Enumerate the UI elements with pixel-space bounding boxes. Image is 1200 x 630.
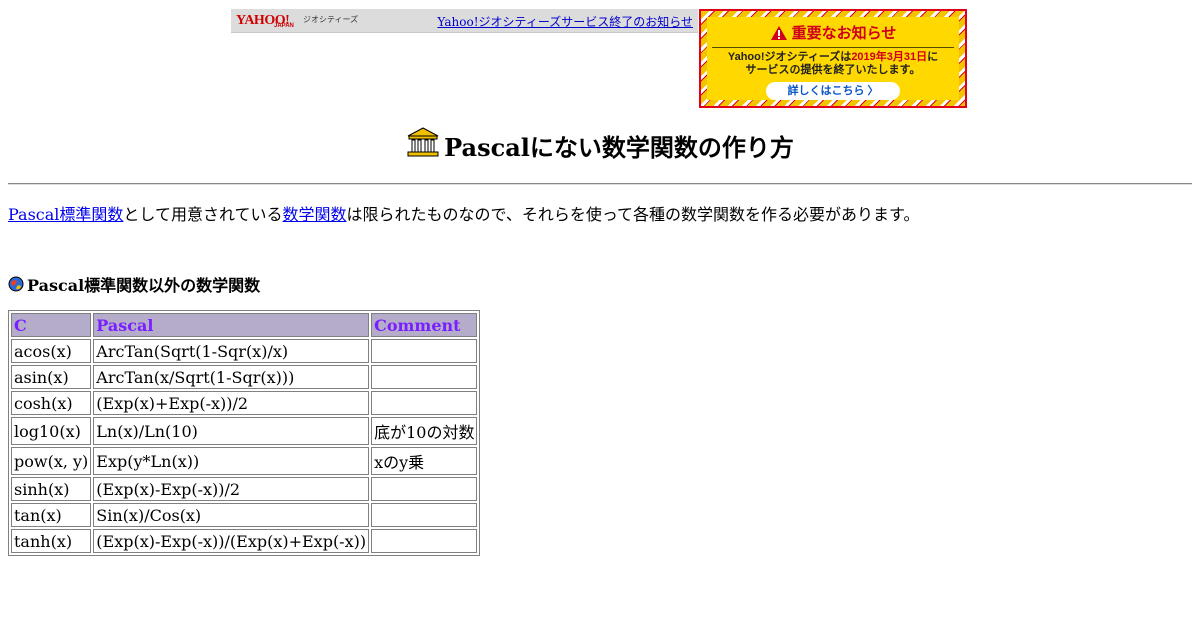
notice-line1-pre: Yahoo!ジオシティーズは xyxy=(727,51,852,63)
notice-title: 重要なお知らせ xyxy=(707,22,959,43)
cell-c: log10(x) xyxy=(11,417,92,445)
table-row: sinh(x) (Exp(x)-Exp(-x))/2 xyxy=(11,477,478,501)
notice-date: 2019年3月31日 xyxy=(851,51,928,63)
math-functions-link[interactable]: 数学関数 xyxy=(282,205,346,224)
intro-paragraph: Pascal標準関数として用意されている数学関数は限られたものなので、それらを使… xyxy=(8,201,919,225)
notice-divider xyxy=(712,47,954,48)
cell-comment xyxy=(371,365,478,389)
cell-c: tanh(x) xyxy=(11,529,92,553)
notice-title-text: 重要なお知らせ xyxy=(791,25,897,42)
intro-text-1: として用意されている xyxy=(123,205,283,224)
globe-icon xyxy=(8,276,24,292)
cell-c: asin(x) xyxy=(11,365,92,389)
header-pascal: Pascal xyxy=(93,313,370,337)
cell-pascal: Exp(y*Ln(x)) xyxy=(93,447,370,475)
cell-c: pow(x, y) xyxy=(11,447,92,475)
section-title-text: Pascal標準関数以外の数学関数 xyxy=(27,276,261,295)
yahoo-logo-sub: JAPAN xyxy=(274,23,294,29)
cell-c: sinh(x) xyxy=(11,477,92,501)
cell-pascal: ArcTan(Sqrt(1-Sqr(x)/x) xyxy=(93,339,370,363)
header-comment: Comment xyxy=(371,313,478,337)
notice-content: 重要なお知らせ Yahoo!ジオシティーズは2019年3月31日に サービスの提… xyxy=(707,17,959,100)
section-title: Pascal標準関数以外の数学関数 xyxy=(8,272,260,296)
page-title: Pascalにない数学関数の作り方 xyxy=(0,126,1200,163)
cell-comment xyxy=(371,503,478,527)
warning-icon xyxy=(770,25,787,40)
cell-comment: xのy乗 xyxy=(371,447,478,475)
notice-body: Yahoo!ジオシティーズは2019年3月31日に サービスの提供を終了いたしま… xyxy=(707,51,959,77)
table-row: asin(x) ArcTan(x/Sqrt(1-Sqr(x))) xyxy=(11,365,478,389)
intro-text-2: は限られたものなので、それらを使って各種の数学関数を作る必要があります。 xyxy=(346,205,920,224)
cell-comment xyxy=(371,477,478,501)
table-row: pow(x, y) Exp(y*Ln(x)) xのy乗 xyxy=(11,447,478,475)
cell-pascal: (Exp(x)-Exp(-x))/(Exp(x)+Exp(-x)) xyxy=(93,529,370,553)
table-row: tanh(x) (Exp(x)-Exp(-x))/(Exp(x)+Exp(-x)… xyxy=(11,529,478,553)
table-row: log10(x) Ln(x)/Ln(10) 底が10の対数 xyxy=(11,417,478,445)
yahoo-geocities-bar: YAHOO! JAPAN ジオシティーズ Yahoo!ジオシティーズサービス終了… xyxy=(231,9,698,33)
notice-line1-post: に xyxy=(927,51,939,63)
math-functions-table: C Pascal Comment acos(x) ArcTan(Sqrt(1-S… xyxy=(8,310,481,556)
yahoo-logo[interactable]: YAHOO! JAPAN ジオシティーズ xyxy=(236,11,358,31)
cell-pascal: ArcTan(x/Sqrt(1-Sqr(x))) xyxy=(93,365,370,389)
header-c: C xyxy=(11,313,92,337)
cell-pascal: (Exp(x)+Exp(-x))/2 xyxy=(93,391,370,415)
horizontal-rule xyxy=(8,183,1192,185)
notice-line2: サービスの提供を終了いたします。 xyxy=(745,64,921,76)
cell-pascal: Sin(x)/Cos(x) xyxy=(93,503,370,527)
cell-comment xyxy=(371,339,478,363)
cell-comment: 底が10の対数 xyxy=(371,417,478,445)
cell-c: tan(x) xyxy=(11,503,92,527)
page-title-text: Pascalにない数学関数の作り方 xyxy=(444,133,794,162)
important-notice-banner[interactable]: 重要なお知らせ Yahoo!ジオシティーズは2019年3月31日に サービスの提… xyxy=(699,9,967,108)
service-end-notice-link[interactable]: Yahoo!ジオシティーズサービス終了のお知らせ xyxy=(437,13,693,30)
notice-details-button[interactable]: 詳しくはこちら 〉 xyxy=(766,82,900,100)
temple-icon xyxy=(407,127,439,157)
table-row: cosh(x) (Exp(x)+Exp(-x))/2 xyxy=(11,391,478,415)
cell-pascal: Ln(x)/Ln(10) xyxy=(93,417,370,445)
table-row: acos(x) ArcTan(Sqrt(1-Sqr(x)/x) xyxy=(11,339,478,363)
cell-pascal: (Exp(x)-Exp(-x))/2 xyxy=(93,477,370,501)
service-name: ジオシティーズ xyxy=(303,15,359,24)
pascal-standard-functions-link[interactable]: Pascal標準関数 xyxy=(8,205,123,224)
table-row: tan(x) Sin(x)/Cos(x) xyxy=(11,503,478,527)
cell-comment xyxy=(371,391,478,415)
cell-c: acos(x) xyxy=(11,339,92,363)
cell-comment xyxy=(371,529,478,553)
cell-c: cosh(x) xyxy=(11,391,92,415)
table-header-row: C Pascal Comment xyxy=(11,313,478,337)
